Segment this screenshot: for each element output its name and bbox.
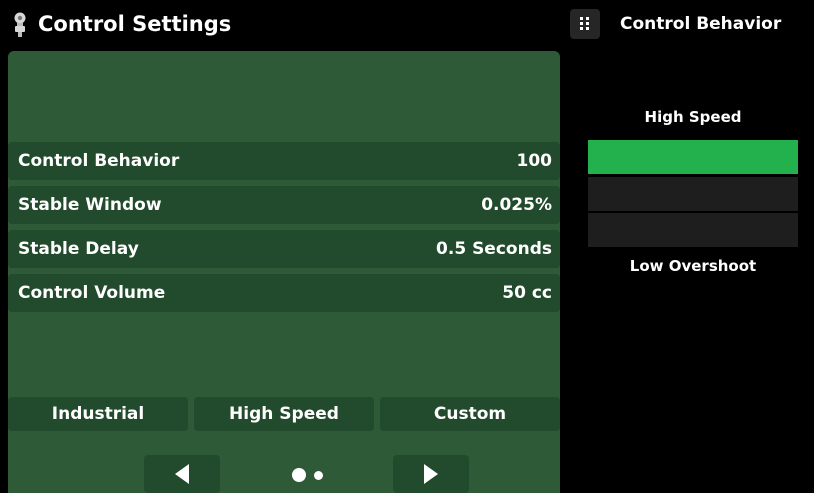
- previous-page-button[interactable]: [144, 455, 220, 493]
- behavior-level-bar-2[interactable]: [588, 177, 798, 211]
- grid-dots-icon: [580, 17, 589, 30]
- page-dot: [314, 471, 323, 480]
- setting-row-control-volume[interactable]: Control Volume 50 cc: [8, 274, 560, 312]
- setting-label: Stable Window: [18, 195, 162, 215]
- side-panel-title: Control Behavior: [620, 14, 782, 34]
- behavior-level-bar-1[interactable]: [588, 140, 798, 174]
- setting-value: 100: [516, 151, 553, 171]
- setting-label: Control Behavior: [18, 151, 180, 171]
- setting-row-control-behavior[interactable]: Control Behavior 100: [8, 142, 560, 180]
- menu-button[interactable]: [570, 9, 600, 39]
- setting-value: 0.5 Seconds: [436, 239, 552, 259]
- settings-panel: Control Behavior 100 Stable Window 0.025…: [8, 51, 560, 493]
- preset-high-speed-button[interactable]: High Speed: [194, 397, 374, 431]
- preset-custom-button[interactable]: Custom: [380, 397, 560, 431]
- setting-label: Control Volume: [18, 283, 166, 303]
- next-page-button[interactable]: [393, 455, 469, 493]
- setting-value: 0.025%: [481, 195, 552, 215]
- page-dot-active: [292, 468, 306, 482]
- pressure-regulator-icon: [14, 12, 26, 37]
- chevron-right-icon: [424, 464, 438, 484]
- chevron-left-icon: [175, 464, 189, 484]
- preset-industrial-button[interactable]: Industrial: [8, 397, 188, 431]
- behavior-level-bar-3[interactable]: [588, 213, 798, 247]
- high-speed-label: High Speed: [644, 108, 742, 126]
- low-overshoot-label: Low Overshoot: [629, 257, 757, 275]
- page-indicator: [290, 468, 330, 482]
- preset-bar: Industrial High Speed Custom: [8, 397, 560, 431]
- setting-label: Stable Delay: [18, 239, 139, 259]
- setting-value: 50 cc: [502, 283, 552, 303]
- setting-row-stable-delay[interactable]: Stable Delay 0.5 Seconds: [8, 230, 560, 268]
- setting-row-stable-window[interactable]: Stable Window 0.025%: [8, 186, 560, 224]
- page-title: Control Settings: [38, 12, 232, 36]
